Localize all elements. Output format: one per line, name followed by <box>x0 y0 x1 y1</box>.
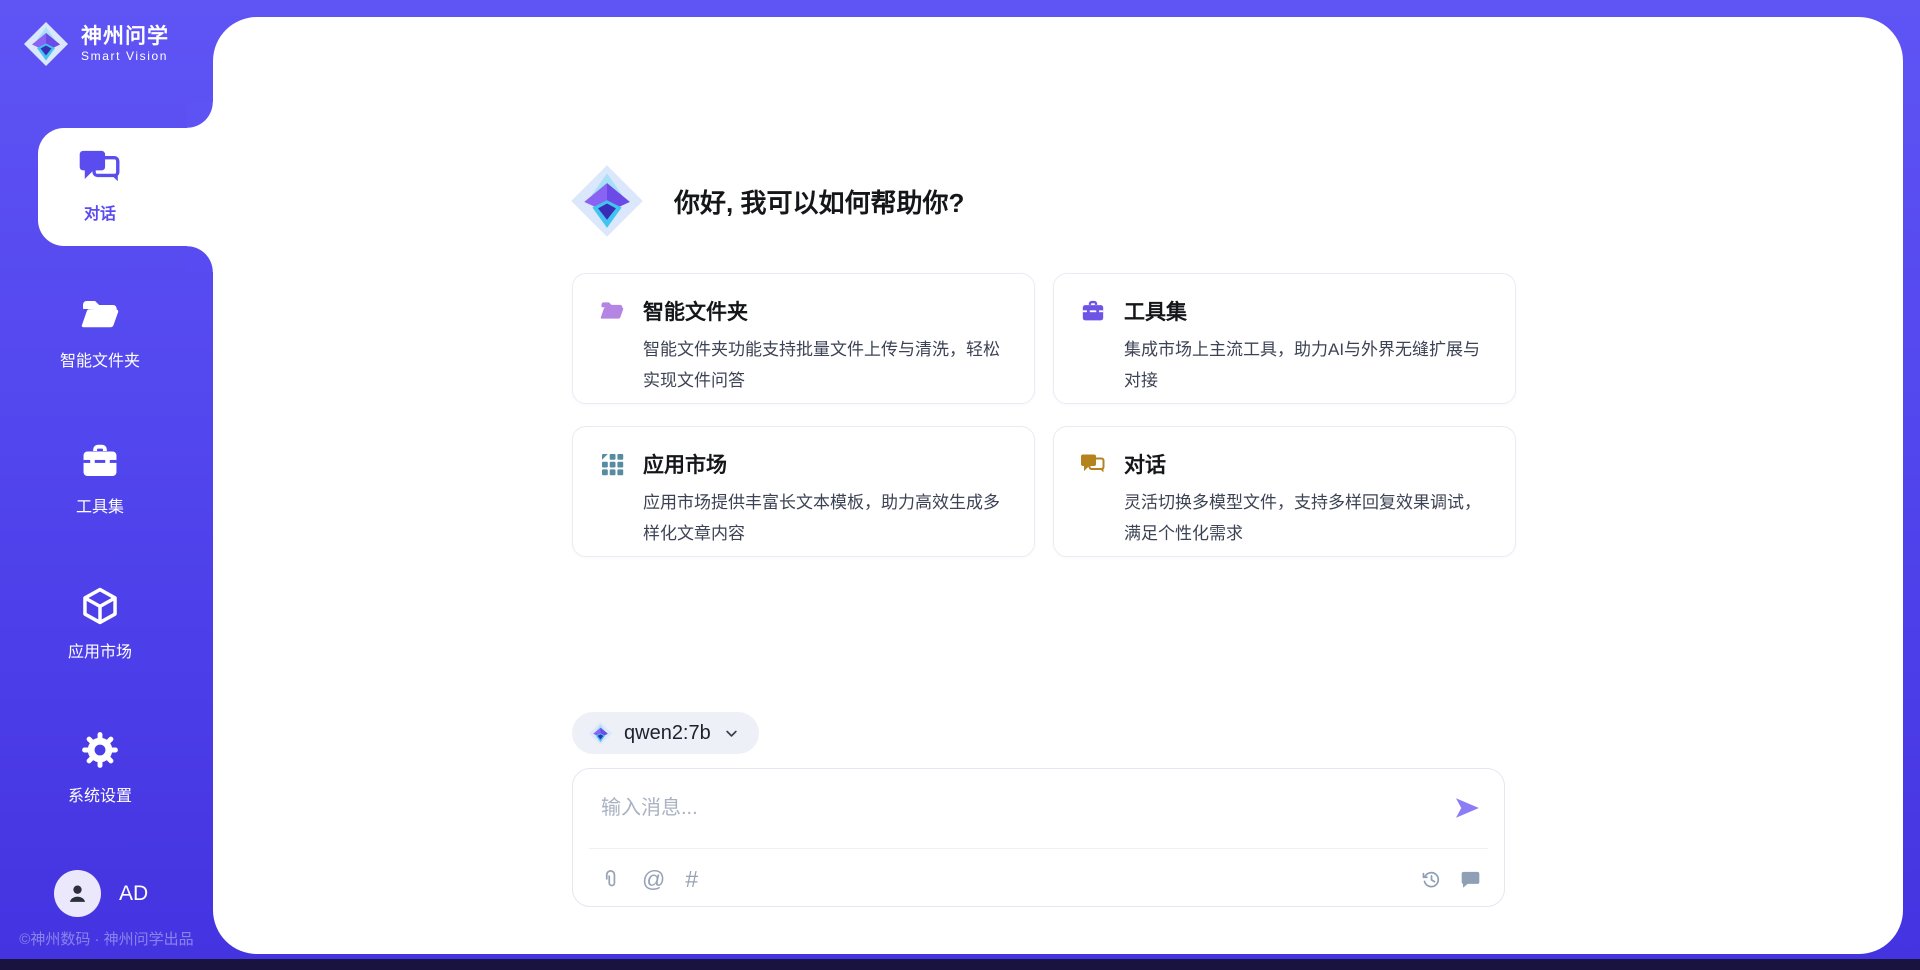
card-title: 应用市场 <box>643 449 727 479</box>
sidebar-item-toolset[interactable]: 工具集 <box>0 440 200 517</box>
avatar <box>54 870 101 917</box>
chat-icon <box>1080 451 1106 477</box>
greeting: 你好, 我可以如何帮助你? <box>568 162 964 240</box>
model-selector[interactable]: qwen2:7b <box>572 712 759 754</box>
send-button[interactable] <box>1452 793 1482 823</box>
cube-icon <box>79 585 121 627</box>
bottom-strip <box>0 959 1920 970</box>
composer-divider <box>589 848 1488 849</box>
toolbox-icon <box>79 440 121 482</box>
sidebar-item-label: 对话 <box>38 200 162 224</box>
app-window: 神州问学 Smart Vision 对话 智能文件夹 工具集 应用市场 系统设置 <box>0 0 1920 970</box>
mention-icon[interactable]: @ <box>642 868 665 891</box>
sidebar: 神州问学 Smart Vision 对话 智能文件夹 工具集 应用市场 系统设置 <box>0 0 213 970</box>
person-icon <box>64 880 91 907</box>
history-icon[interactable] <box>1420 868 1443 891</box>
card-description: 灵活切换多模型文件，支持多样回复效果调试，满足个性化需求 <box>1124 487 1489 549</box>
brand-logo: 神州问学 Smart Vision <box>22 20 169 68</box>
tab-fillet-bottom <box>187 246 213 272</box>
message-input[interactable] <box>599 789 1403 827</box>
toolbox-icon <box>1080 298 1106 324</box>
card-description: 集成市场上主流工具，助力AI与外界无缝扩展与对接 <box>1124 334 1489 396</box>
brand-gem-icon <box>568 162 646 240</box>
brand-text: 神州问学 Smart Vision <box>81 25 169 64</box>
hashtag-icon[interactable]: # <box>685 868 698 891</box>
composer-tools-right <box>1420 868 1482 891</box>
user-account[interactable]: AD <box>54 870 148 917</box>
attachment-icon[interactable] <box>599 868 622 891</box>
tab-fillet-top <box>187 102 213 128</box>
composer-tools-left: @ # <box>599 868 698 891</box>
card-title: 对话 <box>1124 449 1166 479</box>
chevron-down-icon <box>722 724 741 743</box>
sidebar-item-smart-folder[interactable]: 智能文件夹 <box>0 294 200 371</box>
gear-icon <box>79 729 121 771</box>
brand-subtitle: Smart Vision <box>81 49 169 64</box>
sidebar-item-app-market[interactable]: 应用市场 <box>0 585 200 662</box>
copyright-text: ©神州数码 · 神州问学出品 <box>0 928 213 949</box>
card-toolset[interactable]: 工具集 集成市场上主流工具，助力AI与外界无缝扩展与对接 <box>1053 273 1516 404</box>
sidebar-item-chat[interactable]: 对话 <box>38 128 213 246</box>
user-initials: AD <box>119 882 148 906</box>
sidebar-item-chat-content: 对话 <box>38 128 162 246</box>
feature-cards: 智能文件夹 智能文件夹功能支持批量文件上传与清洗，轻松实现文件问答 工具集 集成… <box>572 273 1516 557</box>
folder-open-icon <box>79 294 121 336</box>
card-title: 智能文件夹 <box>643 296 748 326</box>
card-head: 对话 <box>1080 449 1489 479</box>
card-description: 应用市场提供丰富长文本模板，助力高效生成多样化文章内容 <box>643 487 1008 549</box>
brand-gem-icon <box>22 20 70 68</box>
card-app-market[interactable]: 应用市场 应用市场提供丰富长文本模板，助力高效生成多样化文章内容 <box>572 426 1035 557</box>
brand-gem-icon <box>588 721 613 746</box>
card-head: 工具集 <box>1080 296 1489 326</box>
model-name: qwen2:7b <box>624 722 711 745</box>
card-head: 智能文件夹 <box>599 296 1008 326</box>
sidebar-item-label: 应用市场 <box>0 638 200 662</box>
card-chat[interactable]: 对话 灵活切换多模型文件，支持多样回复效果调试，满足个性化需求 <box>1053 426 1516 557</box>
folder-open-icon <box>599 298 625 324</box>
card-smart-folder[interactable]: 智能文件夹 智能文件夹功能支持批量文件上传与清洗，轻松实现文件问答 <box>572 273 1035 404</box>
chat-icon <box>78 145 122 189</box>
sidebar-item-label: 系统设置 <box>0 782 200 806</box>
send-icon <box>1452 793 1482 823</box>
sidebar-item-label: 智能文件夹 <box>0 347 200 371</box>
greeting-text: 你好, 我可以如何帮助你? <box>674 183 964 220</box>
brand-name: 神州问学 <box>81 25 169 49</box>
sidebar-item-settings[interactable]: 系统设置 <box>0 729 200 806</box>
card-head: 应用市场 <box>599 449 1008 479</box>
app-grid-icon <box>599 451 625 477</box>
sidebar-item-label: 工具集 <box>0 493 200 517</box>
card-title: 工具集 <box>1124 296 1187 326</box>
chat-bubble-icon[interactable] <box>1459 868 1482 891</box>
message-composer: @ # <box>572 768 1505 907</box>
card-description: 智能文件夹功能支持批量文件上传与清洗，轻松实现文件问答 <box>643 334 1008 396</box>
